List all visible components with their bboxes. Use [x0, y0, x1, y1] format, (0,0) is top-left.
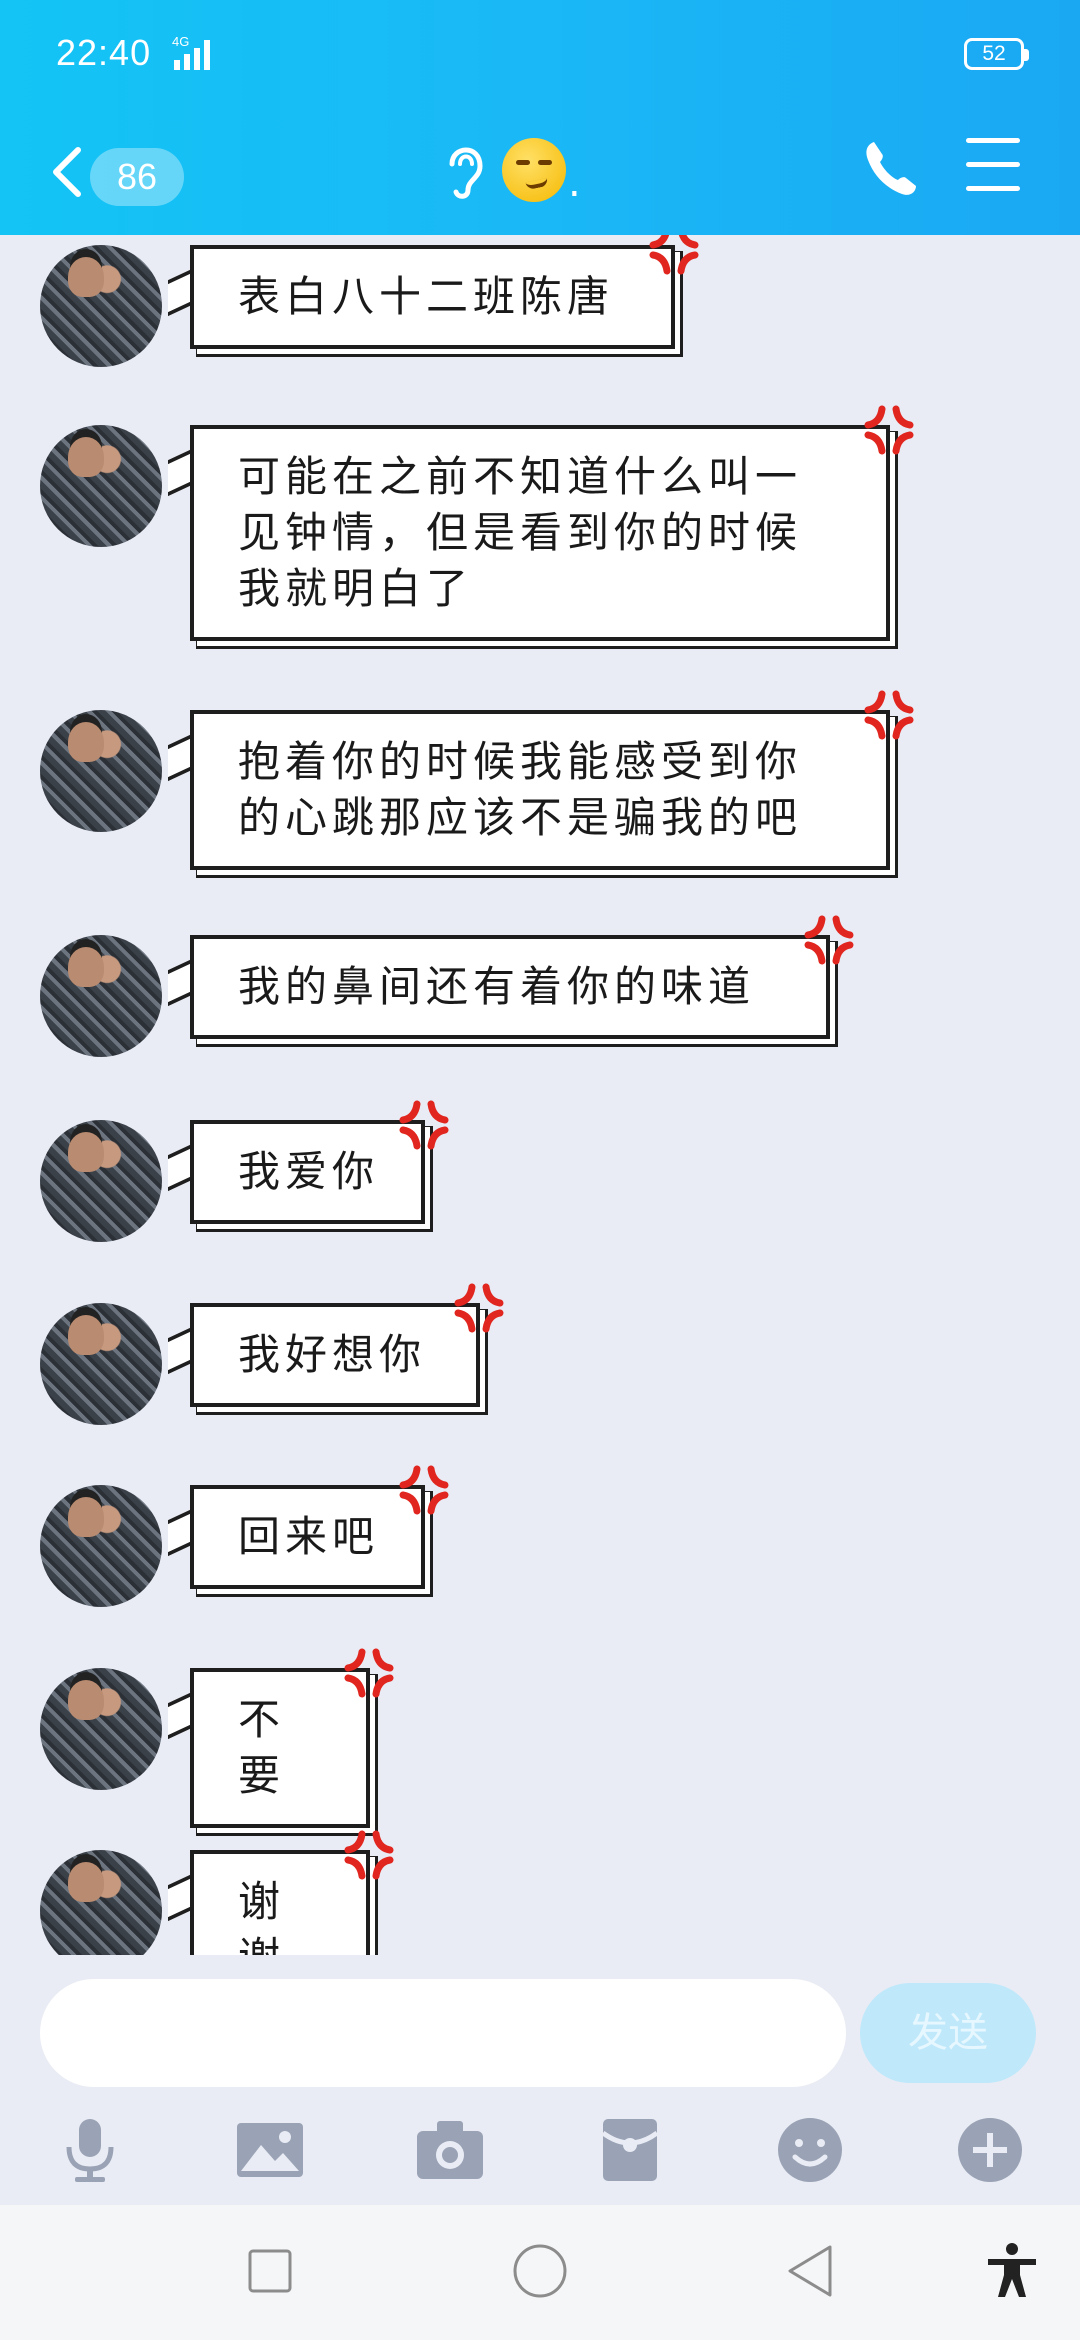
chat-header: 22:40 4G 52 86 .: [0, 0, 1080, 235]
status-time: 22:40: [56, 32, 152, 73]
message-text: 不要: [238, 1695, 286, 1800]
phone-call-icon[interactable]: [860, 132, 920, 204]
message-input[interactable]: [40, 1979, 846, 2087]
send-button[interactable]: 发送: [860, 1983, 1036, 2083]
message-text: 我爱你: [238, 1147, 380, 1196]
menu-icon[interactable]: [966, 134, 1024, 198]
anger-mark-icon: [864, 405, 914, 455]
message-bubble[interactable]: 回来吧: [190, 1465, 449, 1589]
message-bubble[interactable]: 我爱你: [190, 1100, 449, 1224]
message-text: 表白八十二班陈唐: [238, 272, 615, 321]
message-list[interactable]: 表白八十二班陈唐 可能在之前不知道什么叫一见钟情，但是看到你的时候我就明白了 抱…: [0, 235, 1080, 1955]
microphone-icon[interactable]: [55, 2115, 125, 2185]
signal-icon: 4G: [172, 34, 210, 70]
emoji-icon[interactable]: [775, 2115, 845, 2185]
system-nav-bar: [0, 2205, 1080, 2340]
accessibility-icon[interactable]: [982, 2241, 1042, 2301]
anger-mark-icon: [804, 915, 854, 965]
message-text: 可能在之前不知道什么叫一见钟情，但是看到你的时候我就明白了: [238, 452, 803, 613]
message-text: 谢谢: [238, 1877, 286, 1955]
anger-mark-icon: [344, 1648, 394, 1698]
message-text: 回来吧: [238, 1512, 380, 1561]
avatar[interactable]: [40, 1120, 162, 1242]
plus-icon[interactable]: [955, 2115, 1025, 2185]
avatar[interactable]: [40, 710, 162, 832]
avatar[interactable]: [40, 425, 162, 547]
anger-mark-icon: [344, 1830, 394, 1880]
message-bubble[interactable]: 我好想你: [190, 1283, 504, 1407]
avatar[interactable]: [40, 1303, 162, 1425]
camera-icon[interactable]: [415, 2115, 485, 2185]
red-packet-icon[interactable]: [595, 2115, 665, 2185]
tool-bar: [0, 2095, 1080, 2205]
status-bar: 22:40 4G 52: [0, 0, 1080, 105]
avatar[interactable]: [40, 1850, 162, 1955]
avatar[interactable]: [40, 1668, 162, 1790]
chevron-left-icon: [53, 147, 81, 197]
message-text: 我的鼻间还有着你的味道: [238, 962, 756, 1011]
home-icon[interactable]: [510, 2241, 570, 2301]
message-bubble[interactable]: 可能在之前不知道什么叫一见钟情，但是看到你的时候我就明白了: [190, 405, 914, 641]
nav-bar: 86 .: [0, 110, 1080, 230]
avatar[interactable]: [40, 1485, 162, 1607]
message-bubble[interactable]: 表白八十二班陈唐: [190, 235, 699, 349]
anger-mark-icon: [454, 1283, 504, 1333]
image-icon[interactable]: [235, 2115, 305, 2185]
recent-apps-icon[interactable]: [240, 2241, 300, 2301]
anger-mark-icon: [399, 1465, 449, 1515]
back-nav-icon[interactable]: [780, 2241, 840, 2301]
input-bar: 发送: [0, 1955, 1080, 2087]
svg-text:4G: 4G: [172, 34, 189, 49]
message-bubble[interactable]: 我的鼻间还有着你的味道: [190, 915, 854, 1039]
chat-title[interactable]: .: [430, 124, 630, 214]
battery-icon: 52: [964, 38, 1029, 70]
avatar[interactable]: [40, 245, 162, 367]
avatar[interactable]: [40, 935, 162, 1057]
title-suffix: .: [568, 160, 581, 206]
message-bubble[interactable]: 谢谢: [190, 1830, 394, 1955]
anger-mark-icon: [399, 1100, 449, 1150]
smirk-emoji-icon: [502, 138, 566, 202]
anger-mark-icon: [649, 235, 699, 275]
battery-level: 52: [982, 42, 1006, 65]
ear-icon: [449, 147, 483, 199]
unread-count-badge: 86: [90, 148, 184, 206]
message-text: 抱着你的时候我能感受到你的心跳那应该不是骗我的吧: [238, 737, 803, 842]
message-text: 我好想你: [238, 1330, 427, 1379]
back-button[interactable]: 86: [44, 128, 194, 212]
message-bubble[interactable]: 不要: [190, 1648, 394, 1828]
message-bubble[interactable]: 抱着你的时候我能感受到你的心跳那应该不是骗我的吧: [190, 690, 914, 870]
anger-mark-icon: [864, 690, 914, 740]
